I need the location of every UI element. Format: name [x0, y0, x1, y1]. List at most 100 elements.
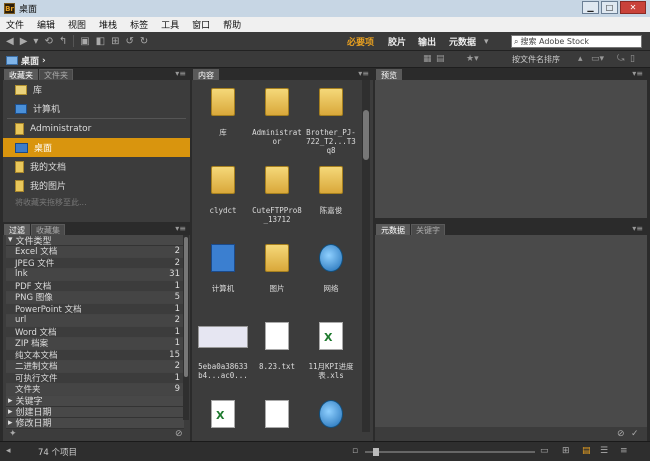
workspace-essentials[interactable]: 必要项	[347, 32, 374, 51]
menu-help[interactable]: 帮助	[223, 18, 241, 31]
desktop-folder-icon	[6, 56, 18, 65]
tab-keywords[interactable]: 关键字	[411, 224, 445, 235]
favorite-library[interactable]: 库	[3, 80, 190, 99]
item-clydct[interactable]: clydct	[196, 160, 250, 238]
metadata-menu-icon[interactable]: ▾≡	[632, 224, 643, 233]
filter-section-modified[interactable]: ▸ 修改日期	[6, 417, 184, 429]
return-icon[interactable]: ↰	[59, 36, 67, 47]
item-library[interactable]: 库	[196, 82, 250, 160]
workspace-filmstrip[interactable]: 胶片	[388, 32, 406, 51]
item-image[interactable]: 5eba0a38633b4...ac0...	[196, 316, 250, 394]
minimize-button[interactable]: ▁	[582, 1, 599, 14]
item-pictures[interactable]: 图片	[250, 238, 304, 316]
recent-folder-icon[interactable]: ▾	[33, 36, 38, 47]
content-menu-icon[interactable]: ▾≡	[358, 69, 369, 78]
trash-icon[interactable]: ▯	[630, 54, 635, 64]
item-xls[interactable]: 11月KPI进度表.xls	[304, 316, 358, 394]
preview-menu-icon[interactable]: ▾≡	[632, 69, 643, 78]
favorite-pictures[interactable]: 我的图片	[3, 176, 190, 195]
grid-view-icon[interactable]: ⊞	[562, 446, 570, 456]
sort-menu[interactable]: 按文件名排序	[512, 54, 560, 65]
maximize-button[interactable]: □	[601, 1, 618, 14]
filter-menu-icon[interactable]: ▾≡	[175, 224, 186, 233]
thumbnail-view-icon[interactable]: ▤	[582, 446, 591, 456]
tab-metadata[interactable]: 元数据	[376, 224, 410, 235]
menu-bar: 文件 编辑 视图 堆栈 标签 工具 窗口 帮助	[0, 17, 650, 32]
filter-scroll-thumb[interactable]	[184, 237, 188, 377]
star-filter-icon[interactable]: ★▾	[466, 54, 479, 64]
rotate-left-icon[interactable]: ↺	[126, 36, 134, 47]
expand-arrow-icon: ▸	[8, 417, 13, 428]
zoom-in-icon[interactable]: ▭	[540, 446, 549, 456]
item-network[interactable]: 网络	[304, 238, 358, 316]
breadcrumb[interactable]: 桌面 ›	[6, 54, 46, 67]
breadcrumb-desktop[interactable]: 桌面	[21, 54, 39, 67]
item-count: 74 个项目	[38, 448, 78, 458]
panel-menu-icon[interactable]: ▾≡	[175, 69, 186, 78]
list-view-icon[interactable]: ≡	[620, 446, 628, 456]
menu-window[interactable]: 窗口	[192, 18, 210, 31]
rotate-icon[interactable]: ⤿	[617, 54, 625, 64]
image-thumbnail	[198, 326, 248, 348]
metadata-apply-icon[interactable]: ✓	[631, 429, 639, 439]
pin-icon[interactable]: ✦	[9, 429, 17, 439]
rotate-right-icon[interactable]: ↻	[140, 36, 148, 47]
item-administrator[interactable]: Administrator	[250, 82, 304, 160]
content-scrollbar[interactable]	[362, 80, 370, 432]
menu-label[interactable]: 标签	[130, 18, 148, 31]
menu-stack[interactable]: 堆栈	[99, 18, 117, 31]
filter-scrollbar[interactable]	[183, 235, 189, 420]
grid-icon[interactable]: ▤	[436, 54, 445, 64]
menu-file[interactable]: 文件	[6, 18, 24, 31]
open-recent-icon[interactable]: ⊞	[111, 36, 119, 47]
item-file-2[interactable]	[250, 394, 304, 432]
forward-icon[interactable]: ▶	[20, 36, 28, 47]
details-view-icon[interactable]: ☰	[600, 446, 608, 456]
tab-preview[interactable]: 预览	[376, 69, 402, 80]
camera-icon[interactable]: ▣	[80, 36, 89, 47]
boomerang-icon[interactable]: ⟲	[44, 36, 52, 47]
menu-view[interactable]: 视图	[68, 18, 86, 31]
favorite-desktop[interactable]: 桌面	[3, 138, 190, 157]
toolbar-divider	[73, 35, 75, 47]
item-computer[interactable]: 计算机	[196, 238, 250, 316]
filter-row[interactable]: PowerPoint 文档 1	[6, 304, 184, 315]
item-textfile[interactable]: 8.23.txt	[250, 316, 304, 394]
search-input[interactable]: ⌕ 搜索 Adobe Stock	[511, 35, 642, 48]
back-icon[interactable]: ◀	[6, 36, 14, 47]
workspace-metadata[interactable]: 元数据	[449, 32, 476, 51]
workspace-dropdown-icon[interactable]: ▾	[484, 32, 489, 51]
tab-folders[interactable]: 文件夹	[39, 69, 73, 80]
workspace-output[interactable]: 输出	[418, 32, 436, 51]
clear-filter-icon[interactable]: ⊘	[175, 429, 183, 439]
tab-favorites[interactable]: 收藏夹	[4, 69, 38, 80]
folder-icon	[265, 88, 289, 116]
expand-arrow-icon: ▸	[8, 406, 13, 417]
new-folder-icon[interactable]: ▭▾	[591, 54, 604, 64]
item-chenjiajun[interactable]: 陈嘉俊	[304, 160, 358, 238]
library-icon	[15, 84, 27, 95]
content-scroll-thumb[interactable]	[363, 110, 369, 160]
tab-content[interactable]: 内容	[193, 69, 219, 80]
item-cuteftp[interactable]: CuteFTPPro8_13712	[250, 160, 304, 238]
filter-list: ▾ 文件类型 Excel 文档 2 JPEG 文件 2 lnk 31 PDF 文档 1 P…	[6, 235, 184, 429]
filter-row[interactable]: JPEG 文件 2	[6, 258, 184, 269]
favorite-documents[interactable]: 我的文档	[3, 157, 190, 176]
menu-tools[interactable]: 工具	[161, 18, 179, 31]
metadata-clear-icon[interactable]: ⊘	[617, 429, 625, 439]
item-xls-2[interactable]	[196, 394, 250, 432]
item-brother[interactable]: Brother_PJ-722_T2...T3q8	[304, 82, 358, 160]
favorite-computer[interactable]: 计算机	[3, 99, 190, 118]
item-shortcut[interactable]	[304, 394, 358, 432]
close-button[interactable]: ✕	[620, 1, 646, 14]
zoom-out-icon[interactable]: ▫	[352, 446, 358, 456]
desktop-icon	[15, 142, 28, 153]
view-icon[interactable]: ▦	[423, 54, 432, 64]
menu-edit[interactable]: 编辑	[37, 18, 55, 31]
thumbnail-size-slider[interactable]	[365, 448, 535, 456]
slider-thumb[interactable]	[373, 448, 379, 456]
refine-icon[interactable]: ◧	[96, 36, 105, 47]
toggle-panels-icon[interactable]: ◂	[6, 446, 11, 456]
favorite-administrator[interactable]: Administrator	[3, 119, 190, 138]
sort-direction-icon[interactable]: ▴	[578, 54, 583, 64]
